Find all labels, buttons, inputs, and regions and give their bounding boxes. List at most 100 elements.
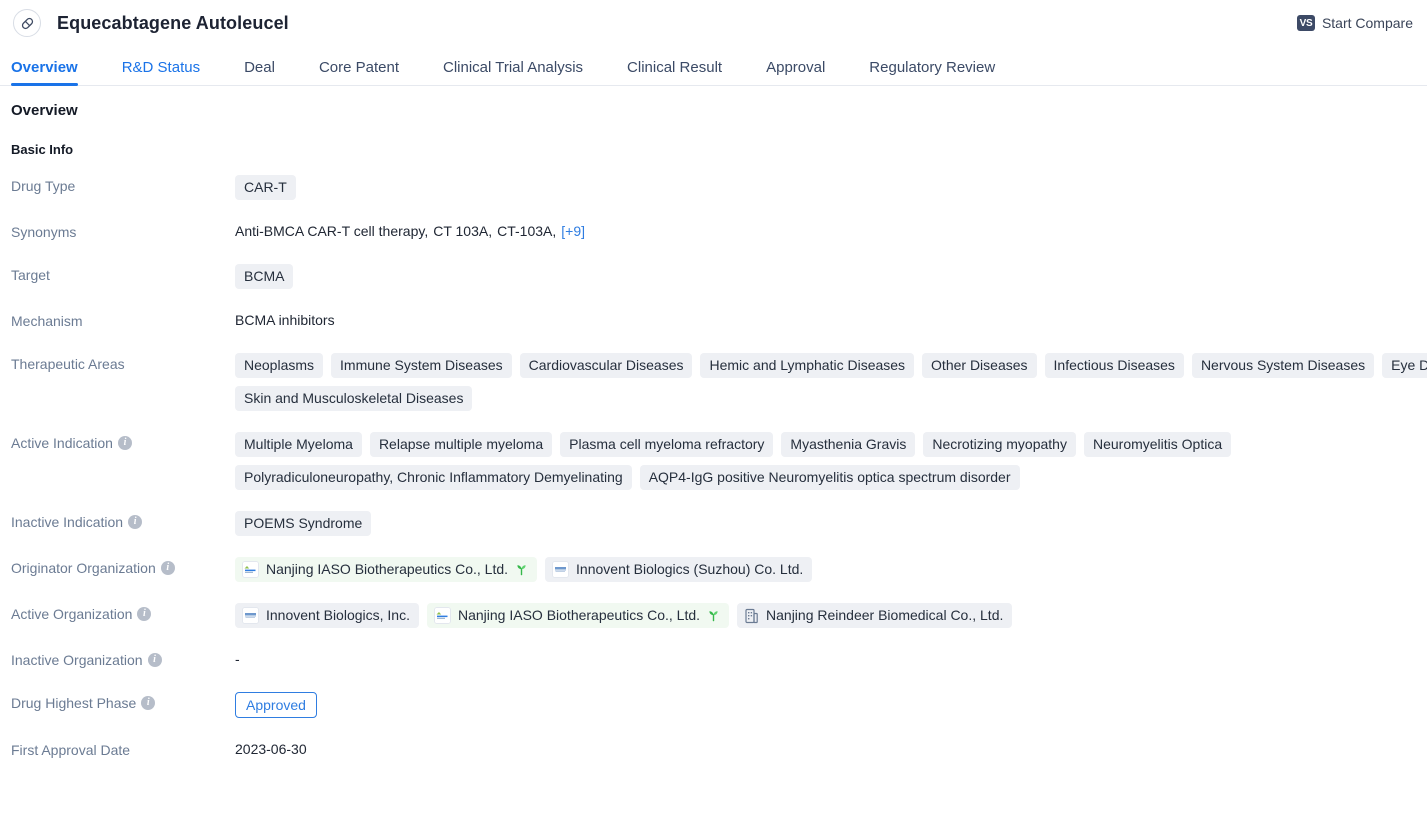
- organization-name: Nanjing IASO Biotherapeutics Co., Ltd.: [457, 607, 701, 623]
- active-indication-line-1: Multiple Myeloma Relapse multiple myelom…: [235, 432, 1427, 457]
- basic-info-heading: Basic Info: [11, 142, 74, 157]
- page-title: Equecabtagene Autoleucel: [57, 12, 289, 33]
- row-label-mechanism: Mechanism: [11, 310, 235, 331]
- tag-organization[interactable]: Nanjing Reindeer Biomedical Co., Ltd.: [737, 603, 1013, 628]
- active-indication-line-2: Polyradiculoneuropathy, Chronic Inflamma…: [235, 465, 1427, 490]
- row-value-inactive-indication: POEMS Syndrome: [235, 511, 1427, 536]
- tag-active-indication[interactable]: Relapse multiple myeloma: [369, 432, 553, 457]
- row-value-inactive-organization: -: [235, 651, 240, 667]
- tab-deal[interactable]: Deal: [222, 60, 297, 85]
- row-label-therapeutic-areas: Therapeutic Areas: [11, 353, 235, 374]
- row-originator-organization: Originator Organization i Nanjing IASO B…: [0, 557, 1427, 582]
- tag-therapeutic-area[interactable]: Hemic and Lymphatic Diseases: [700, 353, 915, 378]
- row-value-first-approval-date: 2023-06-30: [235, 741, 307, 757]
- row-target: Target BCMA: [0, 264, 1427, 289]
- row-label-active-indication: Active Indication i: [11, 432, 235, 453]
- tag-drug-type[interactable]: CAR-T: [235, 175, 296, 200]
- tag-therapeutic-area[interactable]: Neoplasms: [235, 353, 324, 378]
- row-value-synonyms: Anti-BMCA CAR-T cell therapy, CT 103A, CT-…: [235, 221, 1427, 241]
- row-value-drug-type: CAR-T: [235, 175, 1427, 200]
- row-inactive-indication: Inactive Indication i POEMS Syndrome: [0, 511, 1427, 536]
- start-compare-label: Start Compare: [1321, 15, 1413, 31]
- tag-therapeutic-area[interactable]: Eye Diseases: [1382, 353, 1427, 378]
- row-label-text: Drug Highest Phase: [11, 695, 137, 711]
- row-label-text: Drug Type: [11, 178, 76, 194]
- synonyms-more-link[interactable]: [+9]: [561, 223, 585, 239]
- sprout-icon: [707, 609, 720, 622]
- info-icon[interactable]: i: [137, 607, 152, 621]
- tab-regulatory-review[interactable]: Regulatory Review: [847, 60, 1017, 85]
- row-label-inactive-indication: Inactive Indication i: [11, 511, 235, 532]
- tag-organization[interactable]: Nanjing IASO Biotherapeutics Co., Ltd.: [426, 603, 730, 628]
- tag-therapeutic-area[interactable]: Other Diseases: [922, 353, 1037, 378]
- tab-rd-status[interactable]: R&D Status: [100, 60, 222, 85]
- tag-therapeutic-area[interactable]: Cardiovascular Diseases: [519, 353, 693, 378]
- row-active-organization: Active Organization i Innovent Biologics…: [0, 603, 1427, 628]
- row-label-drug-highest-phase: Drug Highest Phase i: [11, 692, 235, 713]
- synonym-item: CT 103A,: [433, 223, 493, 239]
- tag-active-indication[interactable]: Polyradiculoneuropathy, Chronic Inflamma…: [235, 465, 632, 490]
- organization-name: Nanjing IASO Biotherapeutics Co., Ltd.: [266, 561, 509, 577]
- row-label-first-approval-date: First Approval Date: [11, 739, 235, 760]
- tag-active-indication[interactable]: AQP4-IgG positive Neuromyelitis optica s…: [639, 465, 1020, 490]
- info-icon[interactable]: i: [128, 515, 143, 529]
- row-value-mechanism: BCMA inhibitors: [235, 312, 335, 328]
- tab-core-patent[interactable]: Core Patent: [297, 60, 421, 85]
- tag-target[interactable]: BCMA: [235, 264, 294, 289]
- tag-therapeutic-area[interactable]: Infectious Diseases: [1044, 353, 1184, 378]
- tag-organization[interactable]: Nanjing IASO Biotherapeutics Co., Ltd.: [235, 557, 538, 582]
- tag-therapeutic-area[interactable]: Nervous System Diseases: [1191, 353, 1375, 378]
- app-header: Equecabtagene Autoleucel VS Start Compar…: [0, 0, 1427, 46]
- row-label-text: Synonyms: [11, 224, 77, 240]
- row-value-active-organization: Innovent Biologics, Inc. Nanjing IASO Bi…: [235, 603, 1427, 628]
- synonym-item: CT-103A,: [497, 223, 557, 239]
- row-label-text: First Approval Date: [11, 742, 131, 758]
- start-compare-button[interactable]: VS Start Compare: [1296, 15, 1413, 31]
- iaso-logo-icon: [433, 607, 451, 624]
- row-label-text: Inactive Indication: [11, 514, 124, 530]
- tag-organization[interactable]: Innovent Biologics, Inc.: [235, 603, 419, 628]
- tab-overview[interactable]: Overview: [11, 60, 100, 86]
- info-icon[interactable]: i: [117, 436, 132, 450]
- iaso-logo-icon: [242, 561, 259, 578]
- capsule-icon: [13, 9, 41, 37]
- status-badge[interactable]: Approved: [235, 692, 317, 718]
- row-label-text: Inactive Organization: [11, 652, 143, 668]
- row-value-active-indication: Multiple Myeloma Relapse multiple myelom…: [235, 432, 1427, 490]
- tab-clinical-result[interactable]: Clinical Result: [605, 60, 744, 85]
- row-inactive-organization: Inactive Organization i -: [0, 649, 1427, 671]
- row-drug-highest-phase: Drug Highest Phase i Approved: [0, 692, 1427, 718]
- therapeutic-areas-line-1: Neoplasms Immune System Diseases Cardiov…: [235, 353, 1427, 378]
- row-value-originator-organization: Nanjing IASO Biotherapeutics Co., Ltd. I…: [235, 557, 1427, 582]
- tab-clinical-trial-analysis[interactable]: Clinical Trial Analysis: [421, 60, 605, 85]
- row-label-inactive-organization: Inactive Organization i: [11, 649, 235, 670]
- tag-active-indication[interactable]: Myasthenia Gravis: [781, 432, 916, 457]
- info-icon[interactable]: i: [141, 696, 156, 710]
- sprout-icon: [515, 563, 528, 576]
- tag-therapeutic-area[interactable]: Skin and Musculoskeletal Diseases: [235, 386, 473, 411]
- info-icon[interactable]: i: [147, 653, 162, 667]
- organization-name: Innovent Biologics, Inc.: [266, 607, 410, 623]
- tag-active-indication[interactable]: Multiple Myeloma: [235, 432, 362, 457]
- row-drug-type: Drug Type CAR-T: [0, 175, 1427, 200]
- organization-name: Nanjing Reindeer Biomedical Co., Ltd.: [766, 607, 1004, 623]
- innovent-logo-icon: [552, 561, 570, 578]
- tag-inactive-indication[interactable]: POEMS Syndrome: [235, 511, 372, 536]
- organization-name: Innovent Biologics (Suzhou) Co. Ltd.: [576, 561, 804, 577]
- innovent-logo-icon: [242, 607, 259, 624]
- tag-active-indication[interactable]: Necrotizing myopathy: [923, 432, 1076, 457]
- row-label-text: Mechanism: [11, 313, 83, 329]
- info-icon[interactable]: i: [160, 561, 175, 575]
- row-label-text: Therapeutic Areas: [11, 356, 125, 372]
- tag-active-indication[interactable]: Neuromyelitis Optica: [1083, 432, 1232, 457]
- row-label-text: Originator Organization: [11, 560, 156, 576]
- row-value-drug-highest-phase: Approved: [235, 692, 1427, 718]
- row-mechanism: Mechanism BCMA inhibitors: [0, 310, 1427, 332]
- row-label-text: Target: [11, 267, 50, 283]
- tab-approval[interactable]: Approval: [744, 60, 847, 85]
- row-active-indication: Active Indication i Multiple Myeloma Rel…: [0, 432, 1427, 490]
- building-icon: [744, 608, 759, 624]
- tag-organization[interactable]: Innovent Biologics (Suzhou) Co. Ltd.: [545, 557, 813, 582]
- tag-therapeutic-area[interactable]: Immune System Diseases: [331, 353, 512, 378]
- tag-active-indication[interactable]: Plasma cell myeloma refractory: [560, 432, 774, 457]
